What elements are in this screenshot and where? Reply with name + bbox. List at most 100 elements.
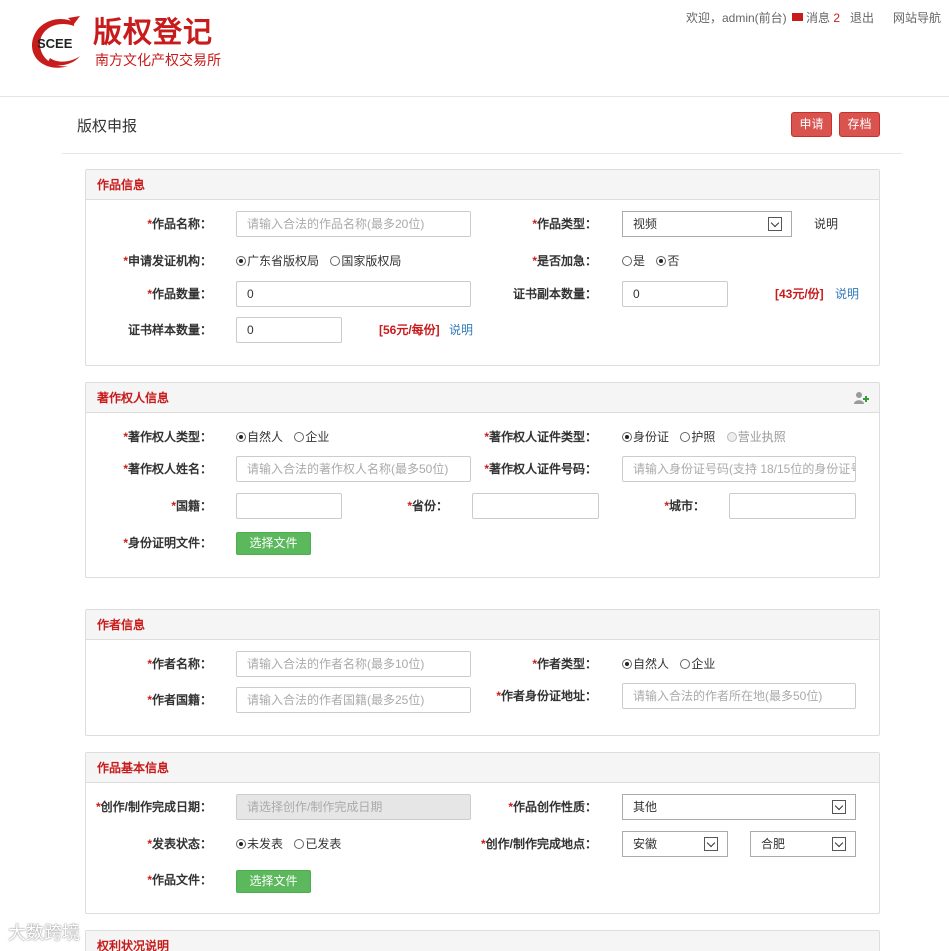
author-nationality-input[interactable]: 请输入合法的作者国籍(最多25位) bbox=[236, 687, 471, 713]
owner-name-label: *著作权人姓名： bbox=[123, 462, 212, 476]
owner-id-number-input[interactable]: 请输入身份证号码(支持 18/15位的身份证号码) bbox=[622, 456, 856, 482]
radio-urgent-yes[interactable]: 是 bbox=[622, 254, 645, 268]
page-title: 版权申报 bbox=[77, 118, 138, 135]
publish-status-label: *发表状态： bbox=[147, 837, 212, 851]
choose-id-file-button[interactable]: 选择文件 bbox=[236, 532, 311, 555]
welcome-text: 欢迎，admin(前台) bbox=[686, 11, 787, 25]
radio-unpublished[interactable]: 未发表 bbox=[236, 837, 283, 851]
radio-id-card[interactable]: 身份证 bbox=[622, 430, 669, 444]
choose-work-file-button[interactable]: 选择文件 bbox=[236, 870, 311, 893]
nationality-input[interactable] bbox=[236, 493, 342, 519]
brand-subtitle: 南方文化产权交易所 bbox=[95, 52, 221, 68]
work-name-input[interactable]: 请输入合法的作品名称(最多20位) bbox=[236, 211, 471, 237]
completion-location-label: *创作/制作完成地点： bbox=[480, 837, 597, 851]
radio-national[interactable]: 国家版权局 bbox=[330, 254, 401, 268]
author-address-label: *作者身份证地址： bbox=[496, 689, 597, 703]
save-button[interactable]: 存档 bbox=[839, 112, 880, 137]
radio-checked-icon bbox=[622, 659, 632, 669]
radio-checked-icon bbox=[236, 432, 246, 442]
copy-count-label: 证书副本数量： bbox=[512, 287, 597, 301]
radio-icon bbox=[622, 256, 632, 266]
add-owner-icon[interactable] bbox=[853, 391, 869, 405]
owner-id-number-label: *著作权人证件号码： bbox=[484, 462, 597, 476]
province-input[interactable] bbox=[472, 493, 599, 519]
watermark: 大数跨境 bbox=[8, 923, 80, 943]
work-type-label: *作品类型： bbox=[532, 217, 597, 231]
province-label: *省份： bbox=[407, 499, 448, 513]
radio-author-natural[interactable]: 自然人 bbox=[622, 657, 669, 671]
chevron-down-icon bbox=[832, 800, 846, 814]
work-count-input[interactable]: 0 bbox=[236, 281, 471, 307]
rights-info-panel: 权利状况说明 bbox=[85, 930, 880, 951]
mail-icon bbox=[792, 13, 803, 21]
location-province-select[interactable]: 安徽 bbox=[622, 831, 728, 857]
chevron-down-icon bbox=[768, 217, 782, 231]
chevron-down-icon bbox=[832, 837, 846, 851]
radio-urgent-no[interactable]: 否 bbox=[656, 254, 679, 268]
agency-radio-group: 广东省版权局 国家版权局 bbox=[236, 254, 409, 268]
radio-icon bbox=[680, 659, 691, 669]
sample-count-input[interactable]: 0 bbox=[236, 317, 342, 343]
completion-date-input[interactable]: 请选择创作/制作完成日期 bbox=[236, 794, 471, 820]
owner-id-type-radio-group: 身份证 护照 营业执照 bbox=[622, 430, 794, 444]
creation-nature-select[interactable]: 其他 bbox=[622, 794, 856, 820]
brand-title: 版权登记 bbox=[93, 17, 214, 49]
author-type-label: *作者类型： bbox=[532, 657, 597, 671]
radio-checked-icon bbox=[236, 839, 246, 849]
radio-checked-icon bbox=[656, 256, 667, 266]
site-nav-link[interactable]: 网站导航 bbox=[893, 11, 941, 25]
owner-type-label: *著作权人类型： bbox=[123, 430, 212, 444]
radio-icon bbox=[680, 432, 691, 442]
copy-help-link[interactable]: 说明 bbox=[835, 287, 859, 301]
author-name-label: *作者名称： bbox=[147, 657, 212, 671]
sample-count-label: 证书样本数量： bbox=[127, 323, 212, 337]
id-file-label: *身份证明文件： bbox=[123, 536, 212, 550]
nationality-label: *国籍： bbox=[171, 499, 212, 513]
panel-heading: 作品基本信息 bbox=[86, 753, 879, 783]
city-label: *城市： bbox=[664, 499, 705, 513]
radio-guangdong[interactable]: 广东省版权局 bbox=[236, 254, 319, 268]
radio-author-enterprise[interactable]: 企业 bbox=[680, 657, 715, 671]
radio-published[interactable]: 已发表 bbox=[294, 837, 341, 851]
urgent-label: *是否加急： bbox=[532, 254, 597, 268]
radio-natural-person[interactable]: 自然人 bbox=[236, 430, 283, 444]
city-input[interactable] bbox=[729, 493, 856, 519]
divider bbox=[62, 153, 902, 154]
panel-heading: 作品信息 bbox=[86, 170, 879, 200]
work-name-label: *作品名称： bbox=[147, 217, 212, 231]
work-type-help-link[interactable]: 说明 bbox=[814, 217, 838, 231]
work-type-select[interactable]: 视频 bbox=[622, 211, 792, 237]
radio-checked-icon bbox=[622, 432, 632, 442]
sample-price: [56元/每份] bbox=[379, 323, 440, 337]
work-file-label: *作品文件： bbox=[147, 873, 212, 887]
radio-passport[interactable]: 护照 bbox=[680, 430, 715, 444]
radio-icon bbox=[726, 432, 737, 442]
panel-heading: 作者信息 bbox=[86, 610, 879, 640]
panel-heading: 著作权人信息 bbox=[86, 383, 879, 413]
apply-button[interactable]: 申请 bbox=[791, 112, 832, 137]
chevron-down-icon bbox=[704, 837, 718, 851]
author-info-panel: 作者信息 bbox=[85, 609, 880, 736]
radio-enterprise[interactable]: 企业 bbox=[294, 430, 329, 444]
author-address-input[interactable]: 请输入合法的作者所在地(最多50位) bbox=[622, 683, 856, 709]
agency-label: *申请发证机构： bbox=[123, 254, 212, 268]
owner-id-type-label: *著作权人证件类型： bbox=[484, 430, 597, 444]
messages-label: 消息 bbox=[806, 11, 831, 25]
completion-date-label: *创作/制作完成日期： bbox=[95, 800, 212, 814]
owner-type-radio-group: 自然人 企业 bbox=[236, 430, 337, 444]
location-city-select[interactable]: 合肥 bbox=[750, 831, 856, 857]
author-type-radio-group: 自然人 企业 bbox=[622, 657, 723, 671]
owner-name-input[interactable]: 请输入合法的著作权人名称(最多50位) bbox=[236, 456, 471, 482]
radio-icon bbox=[294, 432, 305, 442]
radio-business-license[interactable]: 营业执照 bbox=[726, 430, 786, 444]
messages-link[interactable]: 消息 2 bbox=[792, 11, 840, 25]
publish-radio-group: 未发表 已发表 bbox=[236, 837, 349, 851]
author-name-input[interactable]: 请输入合法的作者名称(最多10位) bbox=[236, 651, 471, 677]
author-nationality-label: *作者国籍： bbox=[147, 693, 212, 707]
copy-count-input[interactable]: 0 bbox=[622, 281, 728, 307]
panel-heading: 权利状况说明 bbox=[86, 931, 879, 951]
sample-help-link[interactable]: 说明 bbox=[449, 323, 473, 337]
radio-checked-icon bbox=[236, 256, 246, 266]
logout-link[interactable]: 退出 bbox=[850, 11, 874, 25]
creation-nature-label: *作品创作性质： bbox=[508, 800, 597, 814]
